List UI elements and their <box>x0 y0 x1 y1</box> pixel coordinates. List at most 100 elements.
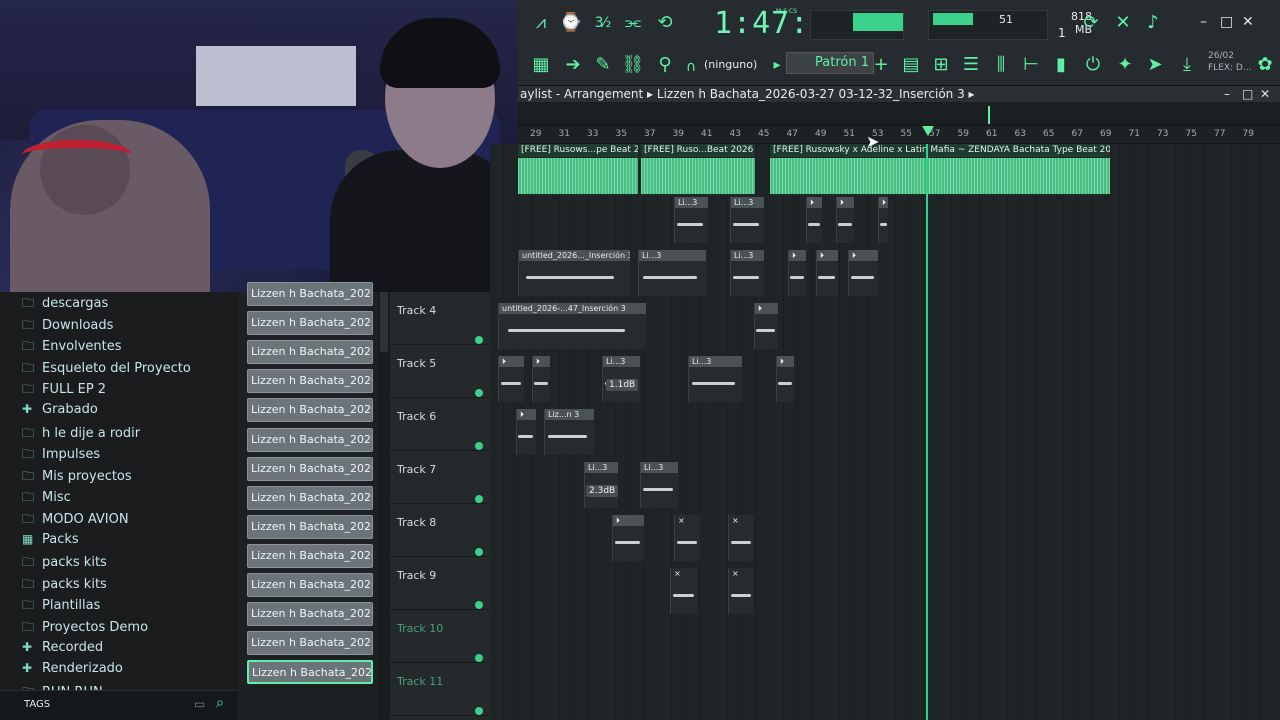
browser-icon[interactable]: ⊢ <box>1018 54 1044 78</box>
draw-icon[interactable]: ✎ <box>590 54 616 78</box>
browser-folder[interactable]: 🗀 Mis proyectos <box>22 467 132 489</box>
step-icon[interactable]: 3⁄₂ <box>590 12 616 36</box>
track-header[interactable]: Track 4 <box>390 292 490 345</box>
clip-list-item[interactable]: Lizzen h Bachata_2026-0... <box>247 660 373 685</box>
pattern-selector[interactable]: Patrón 1 <box>786 52 874 74</box>
browser-folder[interactable]: 🗀 Impulses <box>22 445 100 467</box>
clip-list-item[interactable]: Lizzen h Bachata_2026-0... <box>247 427 373 452</box>
track-header[interactable]: Track 8 <box>390 504 490 557</box>
microphone-icon[interactable]: ♪ <box>1140 12 1166 36</box>
pattern-clip[interactable]: untitled_2026-...47_Inserción 3 <box>498 303 646 349</box>
timeline-ruler[interactable]: 29 31 33 35 37 39 41 43 45 47 49 51 53 55 57 59 61 63 65 67… <box>518 126 1280 144</box>
playlist-minimize-button[interactable]: – <box>1224 86 1230 102</box>
pattern-clip[interactable]: × <box>728 568 754 614</box>
arrow-right-icon[interactable]: ➔ <box>560 54 586 78</box>
minimize-button[interactable]: – <box>1200 14 1207 30</box>
audio-clip[interactable]: [FREE] Rusows...pe Beat 2026 <box>518 144 638 196</box>
tags-label[interactable]: TAGS <box>24 699 50 710</box>
tempo-tap-icon[interactable]: ⩘ <box>528 12 554 36</box>
pattern-clip[interactable]: Liz...n 3 <box>544 409 594 455</box>
fade-volume-label[interactable]: 1.1dB <box>606 379 639 391</box>
pattern-clip[interactable]: untitled_2026..._Inserción 3 <box>518 250 630 296</box>
pattern-clip[interactable]: ⏵ <box>848 250 878 296</box>
mixer-icon[interactable]: ⫼ <box>988 54 1014 78</box>
pattern-clip[interactable]: ⏵ <box>776 356 794 402</box>
pattern-clip[interactable]: ⏵ <box>532 356 550 402</box>
clip-list-item[interactable]: Lizzen h Bachata_2026-0... <box>247 631 373 656</box>
pattern-clip[interactable]: Li...3 <box>640 462 678 508</box>
browser-folder[interactable]: ✚ Renderizado <box>22 661 123 683</box>
track-header[interactable]: Track 9 <box>390 557 490 610</box>
link-icon[interactable]: ⛓ <box>620 54 646 78</box>
pattern-clip[interactable]: ⏵ <box>516 409 536 455</box>
clip-list-item[interactable]: Lizzen h Bachata_2026-0... <box>247 485 373 510</box>
channel-rack-icon[interactable]: ⊞ <box>928 54 954 78</box>
clip-list-scrollbar[interactable] <box>378 292 390 720</box>
clip-list-item[interactable]: Lizzen h Bachata_2026-0... <box>247 602 373 627</box>
browser-folder[interactable]: 🗀 descargas <box>22 294 108 316</box>
pattern-clip[interactable]: ⏵ <box>788 250 806 296</box>
track-mute-led[interactable] <box>475 336 483 344</box>
clip-list-item[interactable]: Lizzen h Bachata_2026-0... <box>247 543 373 568</box>
metronome-icon[interactable]: ⌚ <box>558 12 584 36</box>
close-button[interactable]: ✕ <box>1242 14 1254 30</box>
browser-folder[interactable]: 🗀 h le dije a rodir <box>22 424 140 446</box>
track-header[interactable]: Track 11 <box>390 663 490 716</box>
pattern-clip[interactable]: ⏵ <box>816 250 838 296</box>
pattern-clip[interactable]: Li...3 <box>638 250 706 296</box>
track-header[interactable]: Track 5 <box>390 345 490 398</box>
wand-icon[interactable]: ✦ <box>1112 54 1138 78</box>
browser-folder[interactable]: 🗀 Misc <box>22 488 71 510</box>
pattern-none-label[interactable]: (ninguno) <box>704 58 757 71</box>
pattern-clip[interactable]: ⏵ <box>806 197 822 243</box>
stamp-icon[interactable]: ⚲ <box>652 54 678 78</box>
browser-folder[interactable]: ✚ Recorded <box>22 640 103 662</box>
piano-icon[interactable]: ▦ <box>528 54 554 78</box>
track-mute-led[interactable] <box>475 389 483 397</box>
browser-folder[interactable]: 🗀 FULL EP 2 <box>22 380 106 402</box>
blend-icon[interactable]: ⟲ <box>652 12 678 36</box>
track-header[interactable]: Track 6 <box>390 398 490 451</box>
track-mute-led[interactable] <box>475 442 483 450</box>
audio-clip[interactable]: [FREE] Ruso...Beat 2026 <box>641 144 755 196</box>
browser-folder[interactable]: 🗀 packs kits <box>22 553 107 575</box>
track-mute-led[interactable] <box>475 654 483 662</box>
folder-icon[interactable]: ▭ <box>194 697 205 711</box>
browser-folder[interactable]: 🗀 Proyectos Demo <box>22 618 148 640</box>
track-header[interactable]: Track 7 <box>390 451 490 504</box>
maximize-button[interactable]: □ <box>1220 14 1233 30</box>
browser-folder[interactable]: ✚ Grabado <box>22 402 98 424</box>
clip-list-item[interactable]: Lizzen h Bachata_2026-0... <box>247 282 373 306</box>
pattern-clip[interactable]: Li...3 <box>730 197 764 243</box>
track-mute-led[interactable] <box>475 601 483 609</box>
loop-record-icon[interactable]: ⫘ <box>620 12 646 36</box>
clip-list-item[interactable]: Lizzen h Bachata_2026-0... <box>247 514 373 539</box>
clip-list-item[interactable]: Lizzen h Bachata_2026-0... <box>247 311 373 336</box>
flex-icon[interactable]: ✿ <box>1252 54 1278 78</box>
clip-list-item[interactable]: Lizzen h Bachata_2026-0... <box>247 369 373 394</box>
playlist-maximize-button[interactable]: □ <box>1242 86 1253 102</box>
bird-icon[interactable]: ➤ <box>1142 54 1168 78</box>
pattern-clip[interactable]: Li...3 <box>688 356 742 402</box>
browser-folder[interactable]: 🗀 Esqueleto del Proyecto <box>22 359 191 381</box>
piano-roll-icon[interactable]: ☰ <box>958 54 984 78</box>
track-mute-led[interactable] <box>475 707 483 715</box>
pattern-clip[interactable]: ⏵ <box>612 515 644 561</box>
browser-folder[interactable]: 🗀 packs kits <box>22 575 107 597</box>
track-mute-led[interactable] <box>475 548 483 556</box>
plugin-icon[interactable]: ⏻ <box>1080 54 1106 78</box>
clip-list-item[interactable]: Lizzen h Bachata_2026-0... <box>247 573 373 597</box>
pattern-clip[interactable]: × <box>728 515 754 561</box>
browser-folder[interactable]: ▦ Packs <box>22 532 79 554</box>
playlist-icon[interactable]: ▤ <box>898 54 924 78</box>
fade-volume-label[interactable]: 2.3dB <box>586 485 619 497</box>
pattern-clip[interactable]: ⏵ <box>498 356 524 402</box>
playlist-close-button[interactable]: ✕ <box>1260 86 1270 102</box>
add-pattern-icon[interactable]: + <box>868 54 894 78</box>
track-header[interactable]: Track 10 <box>390 610 490 663</box>
browser-folder[interactable]: 🗀 Plantillas <box>22 596 100 618</box>
pattern-clip[interactable]: ⏵ <box>878 197 888 243</box>
refresh-icon[interactable]: ⟳ <box>1078 12 1104 36</box>
playlist-grid[interactable]: [FREE] Rusows...pe Beat 2026 [FREE] Ruso… <box>490 144 1280 720</box>
search-icon[interactable]: ⌕ <box>216 695 224 711</box>
